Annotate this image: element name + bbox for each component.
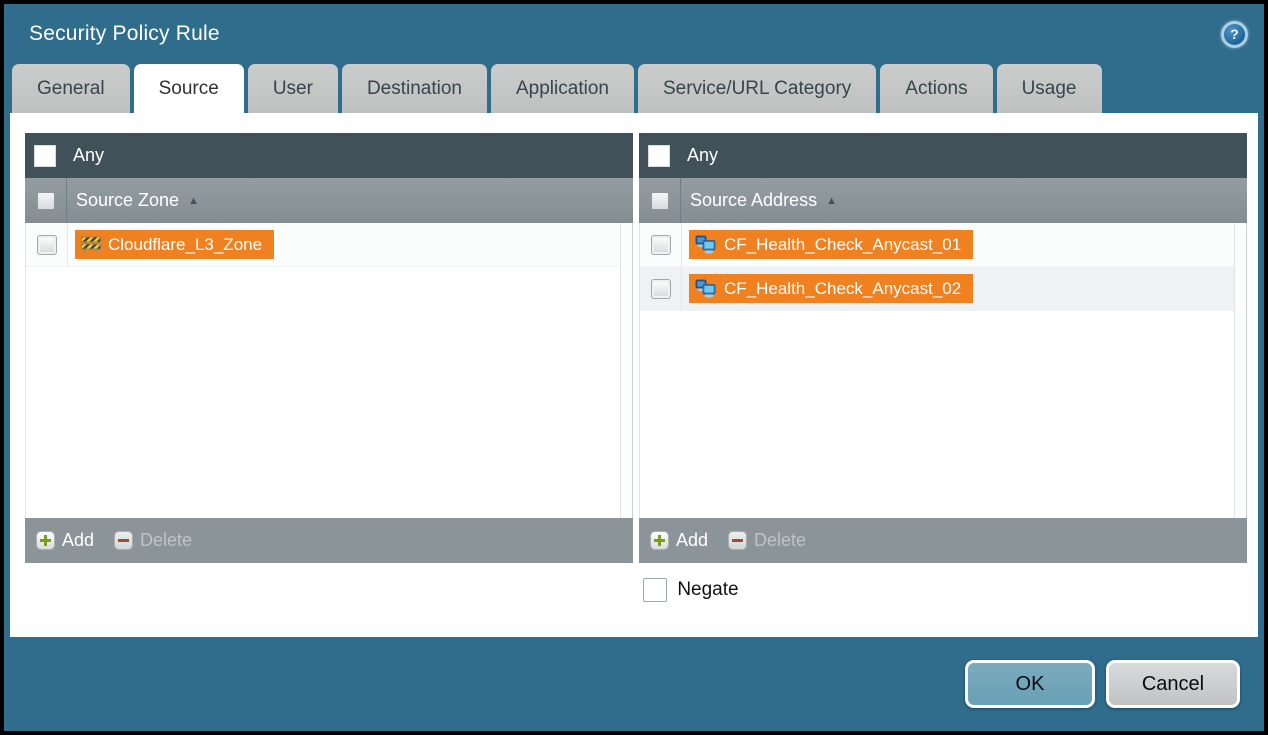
address-column-header: Source Address ▲ <box>639 178 1247 223</box>
add-button-label: Add <box>62 530 94 551</box>
address-list-scrollbar[interactable] <box>1234 223 1246 518</box>
sort-ascending-icon[interactable]: ▲ <box>826 195 837 207</box>
zone-any-label: Any <box>73 145 104 166</box>
tab-general[interactable]: General <box>12 64 130 113</box>
security-policy-rule-dialog: Security Policy Rule ? General Source Us… <box>0 0 1268 735</box>
tab-actions[interactable]: Actions <box>880 64 992 113</box>
delete-button-label: Delete <box>140 530 192 551</box>
add-button-label: Add <box>676 530 708 551</box>
source-zone-panel: Any Source Zone ▲ <box>25 133 633 563</box>
delete-minus-icon <box>114 531 133 550</box>
cancel-button[interactable]: Cancel <box>1106 660 1240 708</box>
zone-column-title[interactable]: Source Zone <box>76 190 179 211</box>
address-select-all-checkbox[interactable] <box>651 192 669 210</box>
zone-list: Cloudflare_L3_Zone <box>25 223 633 518</box>
zone-delete-button[interactable]: Delete <box>114 530 192 551</box>
address-icon <box>695 235 717 254</box>
zone-select-all-checkbox[interactable] <box>37 192 55 210</box>
address-row-checkbox[interactable] <box>651 235 671 255</box>
panels: Any Source Zone ▲ <box>25 133 1247 563</box>
tab-service-url-category[interactable]: Service/URL Category <box>638 64 876 113</box>
row-checkbox-cell <box>26 223 68 266</box>
zone-icon <box>81 236 101 253</box>
address-list: CF_Health_Check_Anycast_01 <box>639 223 1247 518</box>
zone-column-header: Source Zone ▲ <box>25 178 633 223</box>
titlebar: Security Policy Rule ? <box>4 4 1264 64</box>
dialog-footer: OK Cancel <box>4 637 1264 731</box>
zone-panel-toolbar: Add Delete <box>25 518 633 563</box>
address-chip[interactable]: CF_Health_Check_Anycast_02 <box>689 274 973 303</box>
address-name: CF_Health_Check_Anycast_02 <box>724 279 961 299</box>
ok-button[interactable]: OK <box>965 660 1095 708</box>
delete-minus-icon <box>728 531 747 550</box>
zone-add-button[interactable]: Add <box>36 530 94 551</box>
table-row[interactable]: CF_Health_Check_Anycast_01 <box>640 223 1246 267</box>
address-column-title[interactable]: Source Address <box>690 190 817 211</box>
zone-chip[interactable]: Cloudflare_L3_Zone <box>75 230 274 259</box>
address-chip[interactable]: CF_Health_Check_Anycast_01 <box>689 230 973 259</box>
address-row-checkbox[interactable] <box>651 279 671 299</box>
source-address-panel: Any Source Address ▲ <box>639 133 1247 563</box>
address-any-header: Any <box>639 133 1247 178</box>
tab-bar: General Source User Destination Applicat… <box>4 64 1264 113</box>
zone-any-header: Any <box>25 133 633 178</box>
tab-application[interactable]: Application <box>491 64 634 113</box>
address-icon <box>695 279 717 298</box>
row-checkbox-cell <box>640 267 682 310</box>
add-plus-icon <box>650 531 669 550</box>
tab-destination[interactable]: Destination <box>342 64 487 113</box>
zone-row-checkbox[interactable] <box>37 235 57 255</box>
tab-source[interactable]: Source <box>134 64 244 113</box>
delete-button-label: Delete <box>754 530 806 551</box>
address-name: CF_Health_Check_Anycast_01 <box>724 235 961 255</box>
negate-label: Negate <box>677 579 738 601</box>
sort-ascending-icon[interactable]: ▲ <box>188 195 199 207</box>
table-row[interactable]: Cloudflare_L3_Zone <box>26 223 632 267</box>
address-delete-button[interactable]: Delete <box>728 530 806 551</box>
zone-name: Cloudflare_L3_Zone <box>108 235 262 255</box>
address-any-checkbox[interactable] <box>648 145 670 167</box>
negate-row: Negate <box>643 578 1247 602</box>
table-row[interactable]: CF_Health_Check_Anycast_02 <box>640 267 1246 311</box>
add-plus-icon <box>36 531 55 550</box>
row-checkbox-cell <box>640 223 682 266</box>
address-select-all-cell <box>639 178 681 223</box>
tab-usage[interactable]: Usage <box>997 64 1102 113</box>
address-panel-toolbar: Add Delete <box>639 518 1247 563</box>
address-add-button[interactable]: Add <box>650 530 708 551</box>
dialog-title: Security Policy Rule <box>29 22 220 46</box>
zone-select-all-cell <box>25 178 67 223</box>
help-icon[interactable]: ? <box>1221 21 1248 48</box>
address-any-label: Any <box>687 145 718 166</box>
zone-list-scrollbar[interactable] <box>620 223 632 518</box>
negate-checkbox[interactable] <box>643 578 667 602</box>
tab-user[interactable]: User <box>248 64 338 113</box>
source-tab-content: Any Source Zone ▲ <box>10 113 1258 637</box>
zone-any-checkbox[interactable] <box>34 145 56 167</box>
